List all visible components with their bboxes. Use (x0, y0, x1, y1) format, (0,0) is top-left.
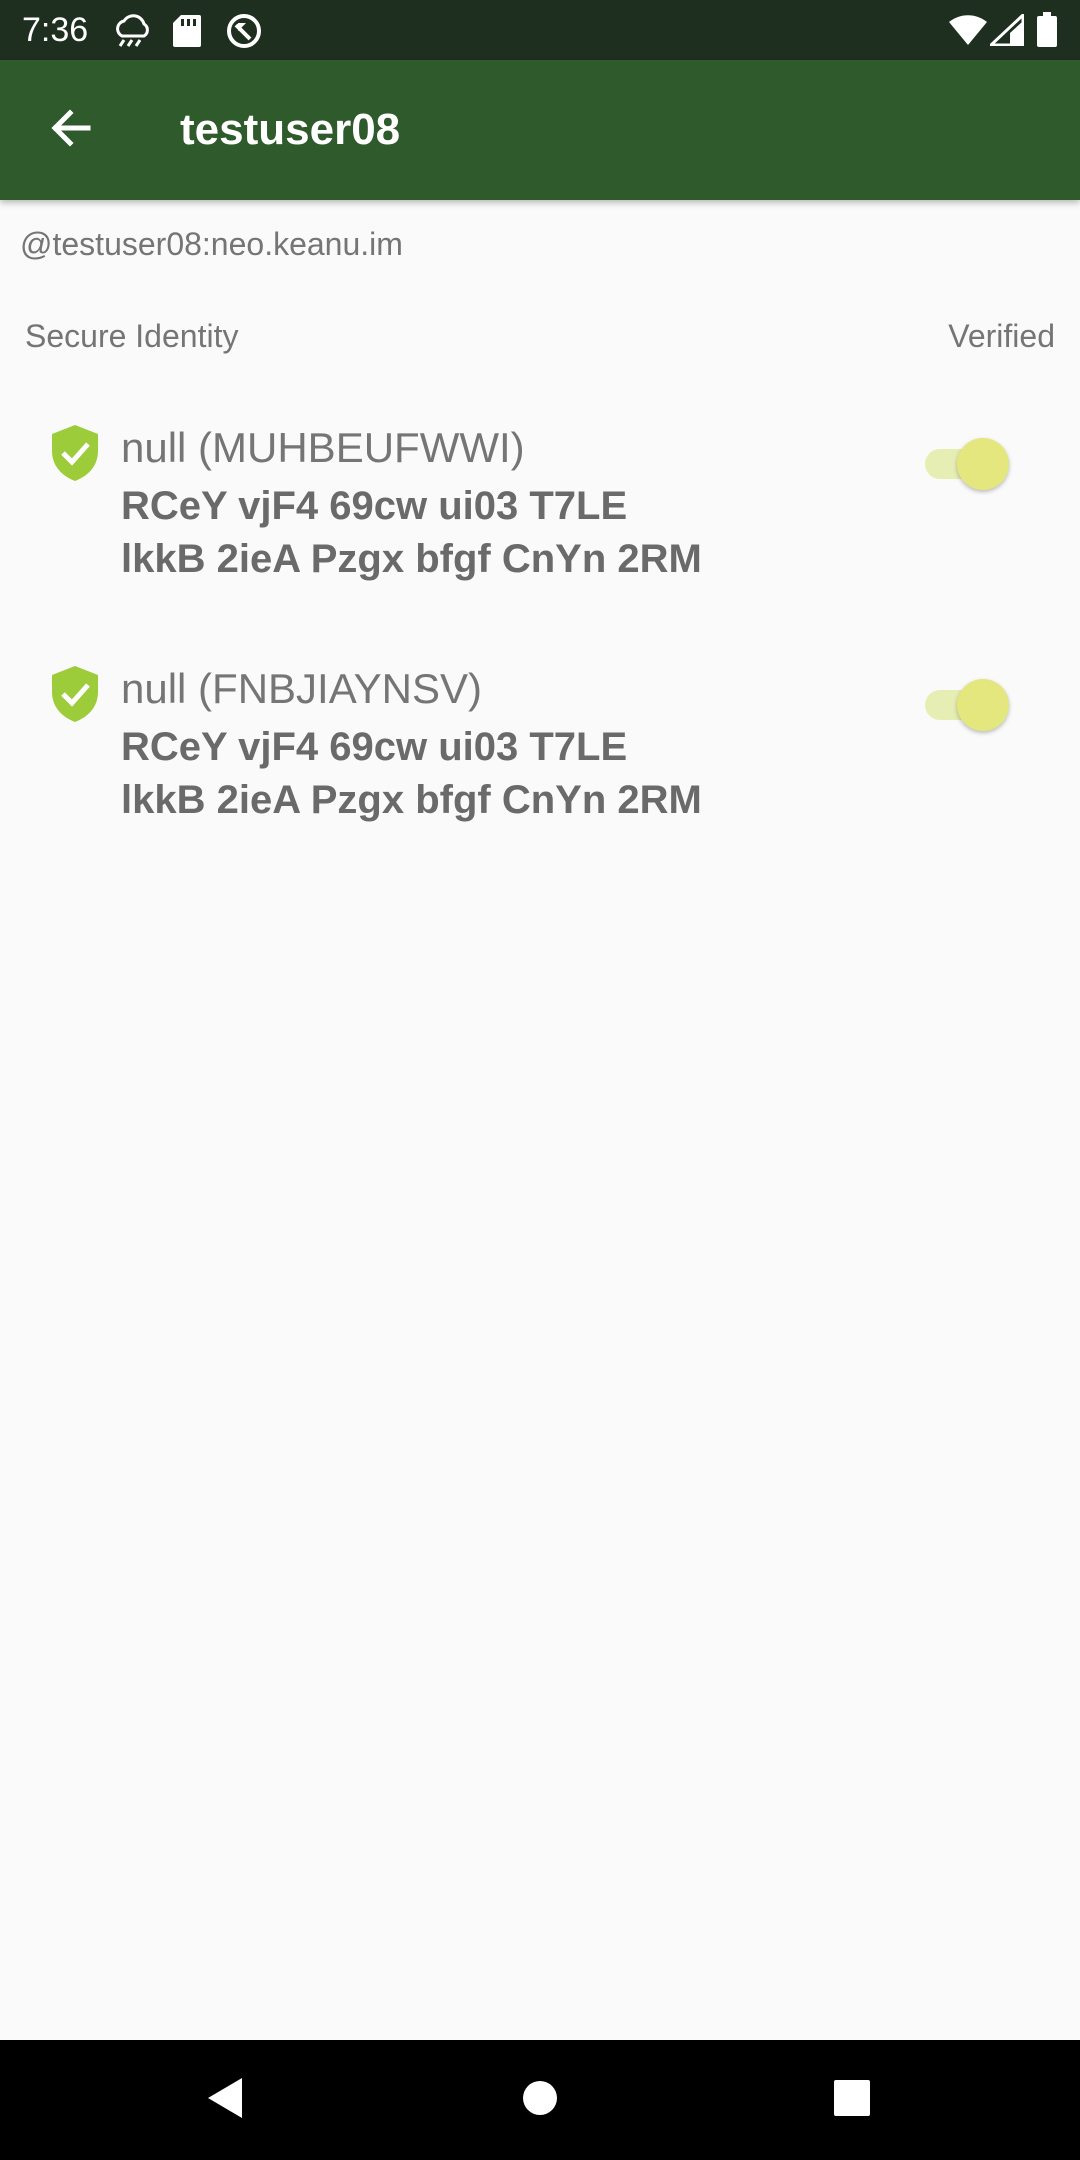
battery-icon (1036, 12, 1058, 53)
status-time: 7:36 (22, 11, 89, 49)
back-triangle-icon (206, 2077, 246, 2124)
device-fingerprint: RCeY vjF4 69cw ui03 T7LE lkkB 2ieA Pzgx … (121, 721, 702, 827)
status-bar: 7:36 (0, 0, 1080, 60)
device-item: null (MUHBEUFWWI) RCeY vjF4 69cw ui03 T7… (0, 418, 1080, 618)
recents-square-icon (833, 2079, 871, 2122)
device-fingerprint: RCeY vjF4 69cw ui03 T7LE lkkB 2ieA Pzgx … (121, 480, 702, 586)
arrow-left-icon (48, 106, 92, 155)
toggle-thumb (957, 438, 1009, 490)
signal-icon (987, 11, 1025, 51)
nav-home-button[interactable] (510, 2070, 570, 2130)
device-name: null (MUHBEUFWWI) (121, 424, 525, 471)
fingerprint-line: RCeY vjF4 69cw ui03 T7LE (121, 725, 628, 769)
nav-recents-button[interactable] (822, 2070, 882, 2130)
fingerprint-line: lkkB 2ieA Pzgx bfgf CnYn 2RM (121, 537, 702, 581)
verified-toggle[interactable] (925, 675, 1015, 735)
home-circle-icon (520, 2078, 560, 2123)
device-name: null (FNBJIAYNSV) (121, 665, 482, 712)
wifi-icon (948, 14, 988, 51)
user-id: @testuser08:neo.keanu.im (20, 226, 403, 262)
app-screen: 7:36 testuser08 @testuser08:neo.keanu.im… (0, 0, 1080, 2160)
app-bar: testuser08 (0, 60, 1080, 200)
sd-card-icon (172, 14, 202, 53)
verified-toggle[interactable] (925, 434, 1015, 494)
nav-back-button[interactable] (196, 2070, 256, 2130)
system-nav-bar (0, 2040, 1080, 2160)
toggle-thumb (957, 679, 1009, 731)
verified-column-label: Verified (948, 318, 1055, 354)
page-title: testuser08 (180, 105, 401, 154)
shield-check-icon (50, 424, 100, 482)
shield-check-icon (50, 665, 100, 723)
fingerprint-line: lkkB 2ieA Pzgx bfgf CnYn 2RM (121, 778, 702, 822)
device-item: null (FNBJIAYNSV) RCeY vjF4 69cw ui03 T7… (0, 659, 1080, 859)
sync-icon (225, 12, 263, 55)
cloud-icon (112, 14, 154, 53)
back-button[interactable] (30, 90, 110, 170)
section-title: Secure Identity (25, 318, 239, 354)
fingerprint-line: RCeY vjF4 69cw ui03 T7LE (121, 484, 628, 528)
section-header: Secure Identity Verified (0, 312, 1080, 360)
